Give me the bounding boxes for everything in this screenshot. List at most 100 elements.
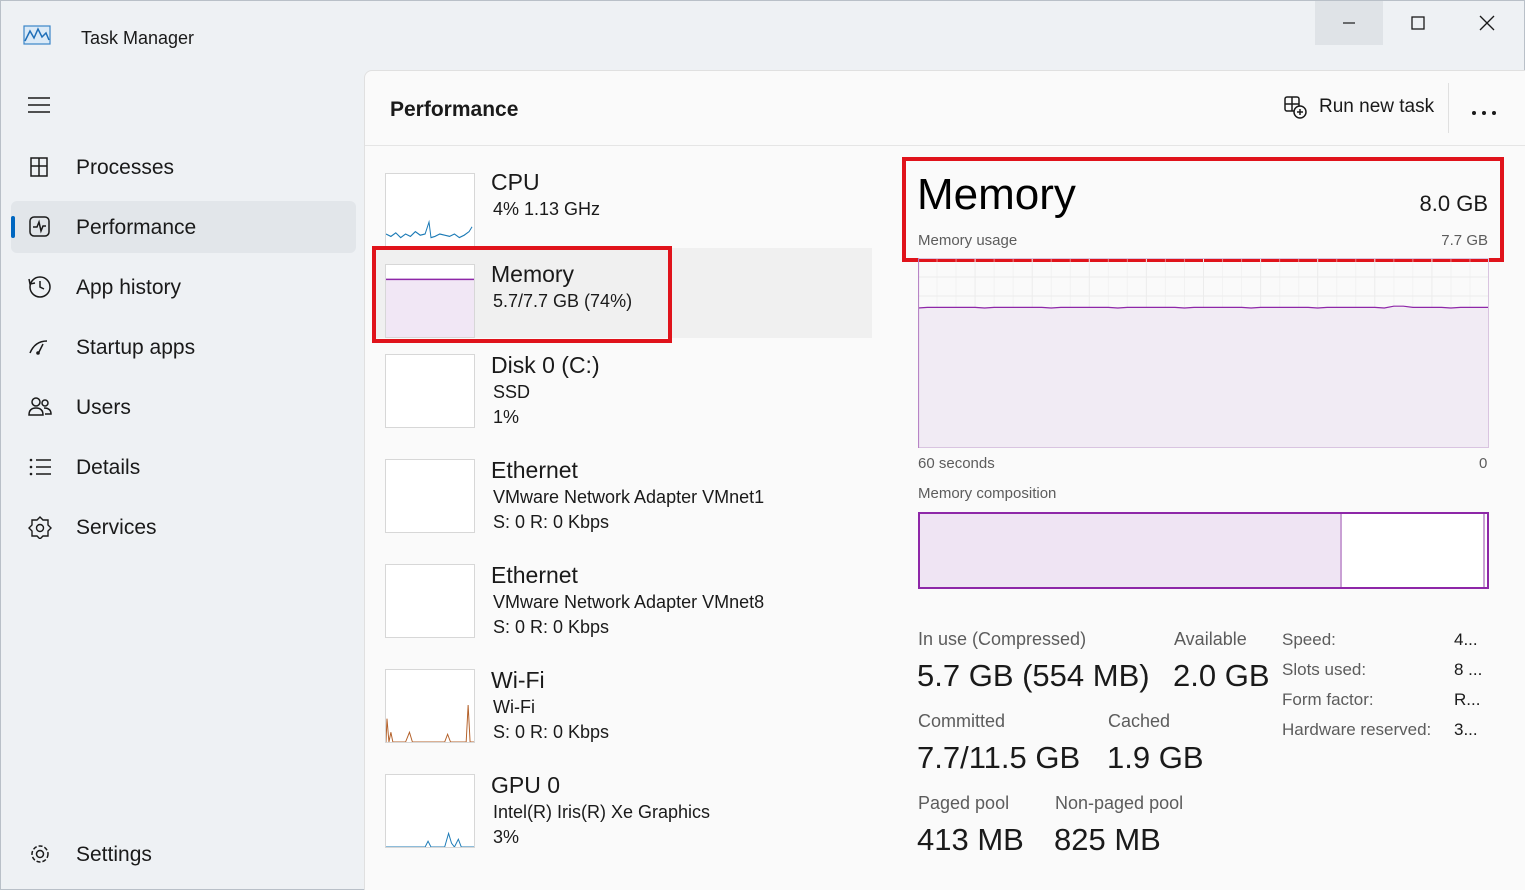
cached-value: 1.9 GB [1107,740,1204,775]
minimize-icon [1343,22,1355,24]
speed-value: 4... [1454,630,1478,649]
sidebar-item-services[interactable]: Services [11,501,356,553]
device-name: CPU [491,169,540,195]
device-detail: S: 0 R: 0 Kbps [493,512,610,532]
more-options-button[interactable] [1471,97,1497,125]
header-separator [365,145,1525,146]
sidebar-item-users[interactable]: Users [11,381,356,433]
maximize-icon [1411,16,1425,30]
sidebar-item-label: Performance [76,216,197,239]
sidebar-item-settings[interactable]: Settings [11,828,356,880]
form-factor-value: R... [1454,690,1481,709]
more-icon [1472,111,1496,115]
device-item-cpu[interactable]: CPU 4% 1.13 GHz [385,169,875,247]
maximize-button[interactable] [1384,1,1452,45]
sidebar-item-label: Users [76,396,131,419]
committed-value: 7.7/11.5 GB [917,740,1081,775]
performance-panel: Performance Run new task CPU 4% 1.13 GHz… [364,70,1525,890]
sidebar-item-label: Details [76,456,141,479]
task-manager-window: Task Manager Processes Performance App h… [0,0,1525,890]
sidebar-item-label: Startup apps [76,336,196,359]
device-detail: 4% 1.13 GHz [493,199,601,219]
memory-usage-label: Memory usage [918,232,1018,249]
close-button[interactable] [1453,1,1521,45]
header-divider [1448,83,1449,133]
services-icon [28,516,52,539]
hamburger-menu-icon[interactable] [27,95,51,115]
sidebar-item-label: Processes [76,156,175,179]
sidebar-item-label: Services [76,516,157,539]
slots-used-value: 8 ... [1454,660,1483,679]
gear-icon [31,845,49,863]
sidebar-item-details[interactable]: Details [11,441,356,493]
speed-label: Speed: [1282,630,1336,649]
sidebar-item-processes[interactable]: Processes [11,141,356,193]
disk-thumbnail-graph [385,354,475,428]
available-value: 2.0 GB [1173,658,1270,693]
memory-total: 8.0 GB [1419,191,1488,216]
memory-composition-bar [918,512,1489,589]
device-item-gpu[interactable]: GPU 0 Intel(R) Iris(R) Xe Graphics 3% [385,772,875,852]
device-detail: S: 0 R: 0 Kbps [493,617,610,637]
sidebar-item-startup-apps[interactable]: Startup apps [11,321,356,373]
active-indicator [11,216,15,238]
run-task-icon [1284,96,1307,119]
available-label: Available [1174,629,1247,649]
sidebar-item-app-history[interactable]: App history [11,261,356,313]
device-name: GPU 0 [491,772,561,798]
device-item-ethernet-vmnet8[interactable]: Ethernet VMware Network Adapter VMnet8 S… [385,562,875,642]
paged-pool-label: Paged pool [918,793,1010,813]
device-detail: VMware Network Adapter VMnet8 [493,592,765,612]
window-title: Task Manager [81,28,195,48]
graph-axis-right: 0 [1479,455,1488,472]
in-use-label: In use (Compressed) [918,629,1087,649]
minimize-button[interactable] [1315,1,1383,45]
run-new-task-button[interactable]: Run new task [1283,95,1434,119]
device-detail: 3% [493,827,520,847]
device-detail: SSD [493,382,531,402]
non-paged-pool-label: Non-paged pool [1055,793,1184,813]
ethernet-thumbnail-graph [385,459,475,533]
device-name: Ethernet [491,457,578,483]
processes-icon [30,157,48,177]
device-name: Wi-Fi [491,667,545,693]
graph-axis-left: 60 seconds [918,455,995,472]
device-item-disk[interactable]: Disk 0 (C:) SSD 1% [385,352,875,432]
slots-used-label: Slots used: [1282,660,1367,679]
history-icon [28,276,51,298]
sidebar-item-performance[interactable]: Performance [11,201,356,253]
sidebar-item-label: App history [76,276,182,299]
device-detail: VMware Network Adapter VMnet1 [493,487,765,507]
hardware-reserved-value: 3... [1454,720,1478,739]
cached-label: Cached [1108,711,1171,731]
hardware-reserved-label: Hardware reserved: [1282,720,1432,739]
device-name: Ethernet [491,562,578,588]
committed-label: Committed [918,711,1006,731]
device-item-ethernet-vmnet1[interactable]: Ethernet VMware Network Adapter VMnet1 S… [385,457,875,537]
device-detail: 1% [493,407,520,427]
device-item-wifi[interactable]: Wi-Fi Wi-Fi S: 0 R: 0 Kbps [385,667,875,747]
ethernet-thumbnail-graph [385,564,475,638]
sidebar-item-label: Settings [76,843,152,866]
gpu-thumbnail-graph [385,774,475,848]
device-name: Disk 0 (C:) [491,352,600,378]
close-icon [1479,15,1495,31]
form-factor-label: Form factor: [1282,690,1374,709]
memory-composition-label: Memory composition [918,485,1057,502]
device-detail: Intel(R) Iris(R) Xe Graphics [493,802,711,822]
paged-pool-value: 413 MB [917,822,1024,857]
memory-title: Memory [917,170,1076,219]
memory-usage-max: 7.7 GB [1441,232,1488,249]
non-paged-pool-value: 825 MB [1054,822,1161,857]
in-use-value: 5.7 GB (554 MB) [917,658,1150,693]
wifi-thumbnail-graph [385,669,475,743]
performance-icon [29,216,50,237]
memory-highlight-box [372,246,672,343]
task-manager-app-icon [23,25,51,45]
composition-modified-segment [920,514,1485,587]
page-title: Performance [390,98,519,121]
details-icon [29,458,51,476]
run-task-label: Run new task [1319,96,1435,117]
device-detail: S: 0 R: 0 Kbps [493,722,610,742]
device-detail: Wi-Fi [493,697,535,717]
